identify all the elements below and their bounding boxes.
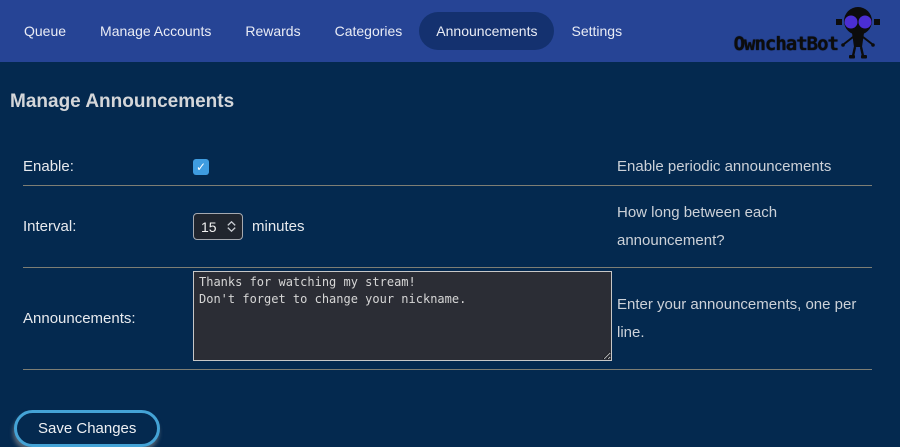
ownchatbot-logo: OwnchatBot (734, 0, 900, 62)
form-row-announcements: Announcements: Thanks for watching my st… (23, 268, 872, 370)
interval-description: How long between each announcement? (617, 199, 872, 255)
main-content: Manage Announcements Enable: ✓ Enable pe… (0, 91, 900, 447)
announcements-form: Enable: ✓ Enable periodic announcements … (23, 149, 872, 370)
logo-text: OwnchatBot (734, 33, 838, 62)
save-changes-button[interactable]: Save Changes (14, 410, 160, 447)
form-row-interval: Interval: minutes How long between each … (23, 186, 872, 269)
interval-input-wrapper (193, 213, 243, 240)
enable-checkbox[interactable]: ✓ (193, 159, 209, 175)
interval-label: Interval: (23, 218, 193, 235)
nav-item-rewards[interactable]: Rewards (228, 12, 317, 50)
announcements-description: Enter your announcements, one per line. (617, 291, 872, 347)
nav-item-categories[interactable]: Categories (318, 12, 420, 50)
nav-item-manage-accounts[interactable]: Manage Accounts (83, 12, 228, 50)
page-title: Manage Announcements (10, 91, 900, 113)
nav-item-settings[interactable]: Settings (554, 12, 639, 50)
nav-item-queue[interactable]: Queue (7, 12, 83, 50)
announcements-label: Announcements: (23, 310, 193, 327)
chevron-down-icon (227, 227, 236, 232)
interval-spinner[interactable] (222, 221, 240, 232)
form-row-enable: Enable: ✓ Enable periodic announcements (23, 149, 872, 186)
ownchatbot-robot-icon (834, 6, 882, 60)
nav-item-announcements[interactable]: Announcements (419, 12, 554, 50)
checkmark-icon: ✓ (196, 161, 206, 173)
enable-description: Enable periodic announcements (617, 153, 872, 181)
interval-unit-label: minutes (252, 218, 305, 235)
enable-label: Enable: (23, 158, 193, 175)
top-navbar: Queue Manage Accounts Rewards Categories… (0, 0, 900, 62)
interval-input[interactable] (194, 219, 222, 235)
chevron-up-icon (227, 221, 236, 226)
announcements-textarea[interactable]: Thanks for watching my stream! Don't for… (193, 271, 612, 361)
